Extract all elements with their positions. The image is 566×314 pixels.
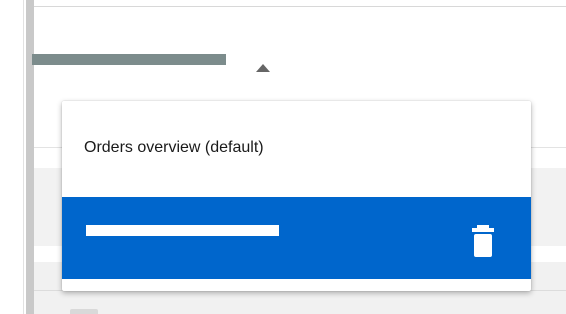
caret-up-icon[interactable] <box>256 64 270 72</box>
current-view-name-redacted <box>32 54 226 65</box>
trash-icon[interactable] <box>472 225 494 257</box>
views-panel: Orders overview (default) <box>0 0 566 314</box>
saved-view-name-redacted <box>86 225 279 236</box>
row-checkbox[interactable] <box>70 309 98 314</box>
left-gutter <box>0 0 24 314</box>
menu-item-saved-view-selected[interactable] <box>62 197 531 279</box>
menu-item-default-view[interactable]: Orders overview (default) <box>62 101 531 197</box>
menu-item-label: Orders overview (default) <box>84 139 264 156</box>
view-dropdown-menu: Orders overview (default) <box>62 101 531 291</box>
left-scroll-rule <box>26 0 34 314</box>
